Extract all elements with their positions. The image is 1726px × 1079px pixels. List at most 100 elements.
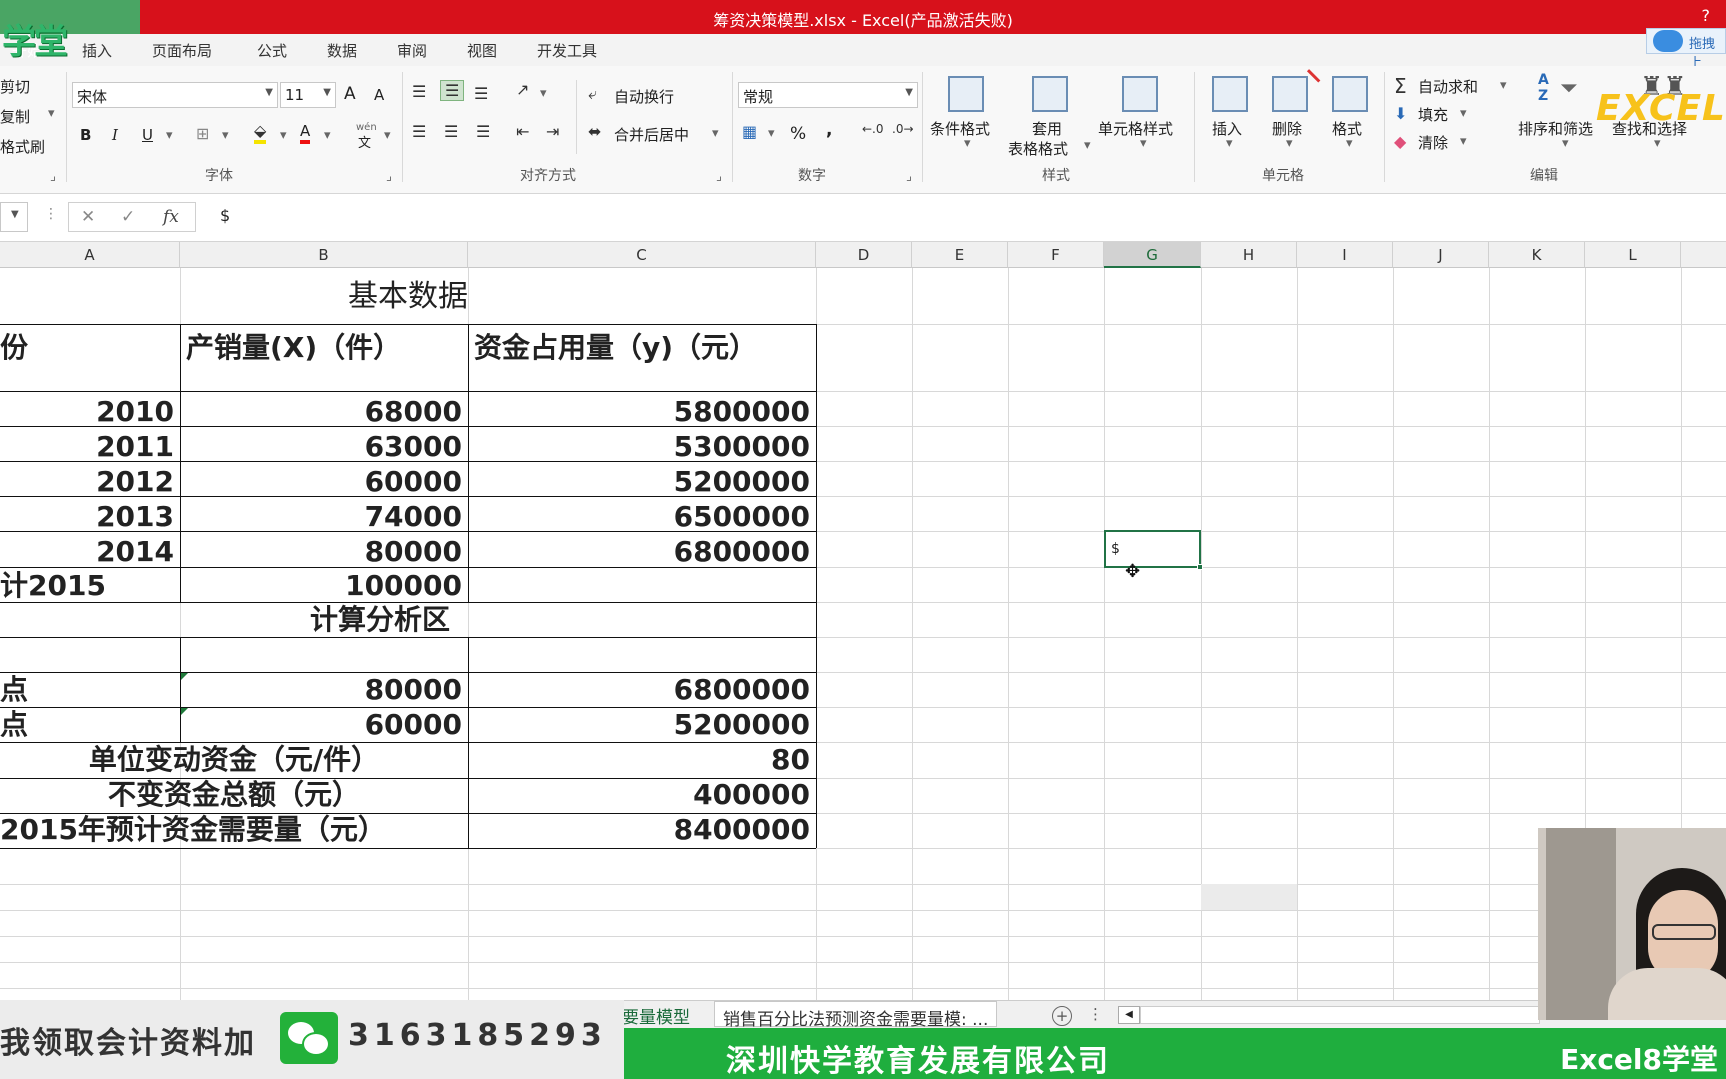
name-box[interactable]: ▼ bbox=[0, 202, 28, 232]
column-header-j[interactable]: J bbox=[1393, 242, 1489, 268]
autosum-dropdown-icon[interactable]: ▾ bbox=[1500, 78, 1507, 93]
year-cell[interactable]: 2012 bbox=[0, 468, 174, 496]
capital-cell[interactable]: 6500000 bbox=[468, 503, 810, 531]
demand-label[interactable]: 2015年预计资金需要量（元） bbox=[0, 816, 386, 844]
high-point-volume[interactable]: 80000 bbox=[180, 676, 462, 704]
volume-cell[interactable]: 74000 bbox=[180, 503, 462, 531]
add-sheet-icon[interactable]: + bbox=[1052, 1006, 1072, 1026]
year-cell[interactable]: 2011 bbox=[0, 433, 174, 461]
tab-formulas[interactable]: 公式 bbox=[257, 40, 287, 61]
font-color-button[interactable]: A bbox=[300, 122, 311, 144]
insert-cells-icon[interactable] bbox=[1212, 76, 1248, 112]
cell-styles-dropdown-icon[interactable]: ▾ bbox=[1140, 136, 1147, 151]
clear-button[interactable]: 清除 bbox=[1418, 132, 1448, 153]
sheet-tab[interactable]: 销售百分比法预测资金需要量模: ... bbox=[714, 1001, 998, 1030]
merge-center-button[interactable]: 合并后居中 bbox=[614, 124, 689, 145]
volume-cell[interactable]: 68000 bbox=[180, 398, 462, 426]
high-point-label[interactable]: 点 bbox=[0, 676, 28, 704]
cell-styles-button[interactable]: 单元格样式 bbox=[1098, 118, 1173, 139]
year-cell[interactable]: 2013 bbox=[0, 503, 174, 531]
wrap-text-button[interactable]: 自动换行 bbox=[614, 86, 674, 107]
delete-dropdown-icon[interactable]: ▾ bbox=[1286, 136, 1293, 151]
format-as-table-icon[interactable] bbox=[1032, 76, 1068, 112]
forecast-volume[interactable]: 100000 bbox=[180, 572, 462, 600]
conditional-formatting-button[interactable]: 条件格式 bbox=[930, 118, 990, 139]
analysis-title[interactable]: 计算分析区 bbox=[0, 606, 760, 634]
underline-button[interactable]: U bbox=[142, 126, 153, 144]
table-format-dropdown-icon[interactable]: ▾ bbox=[1084, 138, 1091, 153]
fill-button[interactable]: 填充 bbox=[1418, 104, 1448, 125]
cancel-icon[interactable]: ✕ bbox=[81, 207, 95, 227]
percent-button[interactable]: % bbox=[790, 124, 806, 144]
active-cell[interactable]: $ bbox=[1104, 530, 1203, 570]
insert-function-icon[interactable]: fx bbox=[163, 207, 179, 227]
fill-color-dropdown-icon[interactable]: ▾ bbox=[280, 128, 287, 143]
underline-dropdown-icon[interactable]: ▾ bbox=[166, 128, 173, 143]
low-point-volume[interactable]: 60000 bbox=[180, 711, 462, 739]
conditional-formatting-icon[interactable] bbox=[948, 76, 984, 112]
decrease-decimal-icon[interactable]: .0→ bbox=[892, 122, 914, 136]
volume-cell[interactable]: 80000 bbox=[180, 538, 462, 566]
format-painter-button[interactable]: 格式刷 bbox=[0, 136, 45, 157]
font-launcher-icon[interactable]: ⌟ bbox=[386, 169, 392, 184]
low-point-label[interactable]: 点 bbox=[0, 711, 28, 739]
sheet-title[interactable]: 基本数据 bbox=[0, 282, 816, 312]
align-right-icon[interactable]: ☰ bbox=[476, 122, 490, 141]
fixed-capital-value[interactable]: 400000 bbox=[468, 781, 810, 809]
find-dropdown-icon[interactable]: ▾ bbox=[1654, 136, 1661, 151]
number-format-combo[interactable]: 常规 ▼ bbox=[738, 82, 918, 108]
sheet-tab-active[interactable]: 要量模型 bbox=[622, 1003, 690, 1028]
align-top-icon[interactable]: ☰ bbox=[412, 82, 426, 101]
align-middle-icon[interactable]: ☰ bbox=[440, 80, 465, 101]
column-header-a[interactable]: A bbox=[0, 242, 180, 268]
enter-icon[interactable]: ✓ bbox=[121, 207, 135, 227]
column-header-k[interactable]: K bbox=[1489, 242, 1585, 268]
tab-data[interactable]: 数据 bbox=[327, 40, 357, 61]
fill-color-icon[interactable]: ⬙ bbox=[254, 122, 267, 144]
orientation-icon[interactable]: ↗ bbox=[516, 80, 529, 99]
tab-view[interactable]: 视图 bbox=[467, 40, 497, 61]
grow-font-button[interactable]: A bbox=[344, 84, 356, 104]
delete-cells-icon[interactable] bbox=[1272, 76, 1308, 112]
border-icon[interactable]: ⊞ bbox=[196, 124, 209, 143]
tab-developer[interactable]: 开发工具 bbox=[537, 40, 597, 61]
cloud-upload-button[interactable]: 拖拽上 bbox=[1646, 28, 1726, 71]
forecast-label[interactable]: 计2015 bbox=[0, 572, 106, 600]
header-volume[interactable]: 产销量(X)（件） bbox=[186, 334, 401, 362]
scroll-left-icon[interactable]: ◀ bbox=[1118, 1006, 1140, 1024]
decrease-indent-icon[interactable]: ⇤ bbox=[516, 122, 529, 141]
format-as-table-line1[interactable]: 套用 bbox=[1032, 118, 1062, 139]
capital-cell[interactable]: 5200000 bbox=[468, 468, 810, 496]
horizontal-scrollbar[interactable] bbox=[1140, 1006, 1540, 1024]
column-header-g[interactable]: G bbox=[1104, 242, 1201, 268]
column-header-next[interactable] bbox=[1681, 242, 1726, 268]
help-icon[interactable]: ? bbox=[1702, 6, 1711, 25]
unit-variable-label[interactable]: 单位变动资金（元/件） bbox=[0, 746, 468, 774]
align-center-icon[interactable]: ☰ bbox=[444, 122, 458, 141]
comma-button[interactable]: , bbox=[826, 120, 832, 140]
shrink-font-button[interactable]: A bbox=[374, 86, 384, 104]
column-header-l[interactable]: L bbox=[1585, 242, 1681, 268]
capital-cell[interactable]: 5800000 bbox=[468, 398, 810, 426]
fixed-capital-label[interactable]: 不变资金总额（元） bbox=[0, 781, 468, 809]
align-left-icon[interactable]: ☰ bbox=[412, 122, 426, 141]
format-cells-icon[interactable] bbox=[1332, 76, 1368, 112]
tab-insert[interactable]: 插入 bbox=[82, 40, 112, 61]
high-point-capital[interactable]: 6800000 bbox=[468, 676, 810, 704]
alignment-launcher-icon[interactable]: ⌟ bbox=[716, 169, 722, 184]
clipboard-launcher-icon[interactable]: ⌟ bbox=[50, 169, 56, 184]
increase-indent-icon[interactable]: ⇥ bbox=[546, 122, 559, 141]
more-options-icon[interactable]: ⋮ bbox=[1088, 1005, 1103, 1023]
column-header-f[interactable]: F bbox=[1008, 242, 1104, 268]
capital-cell[interactable]: 5300000 bbox=[468, 433, 810, 461]
copy-dropdown-icon[interactable]: ▾ bbox=[48, 106, 55, 121]
number-launcher-icon[interactable]: ⌟ bbox=[906, 169, 912, 184]
shaded-cell[interactable] bbox=[1201, 884, 1297, 910]
currency-icon[interactable]: ▦ bbox=[742, 122, 757, 141]
volume-cell[interactable]: 63000 bbox=[180, 433, 462, 461]
currency-dropdown-icon[interactable]: ▾ bbox=[768, 126, 775, 141]
bold-button[interactable]: B bbox=[80, 126, 91, 144]
unit-variable-value[interactable]: 80 bbox=[468, 746, 810, 774]
tab-page-layout[interactable]: 页面布局 bbox=[152, 40, 212, 61]
format-as-table-line2[interactable]: 表格格式 bbox=[1008, 138, 1068, 159]
